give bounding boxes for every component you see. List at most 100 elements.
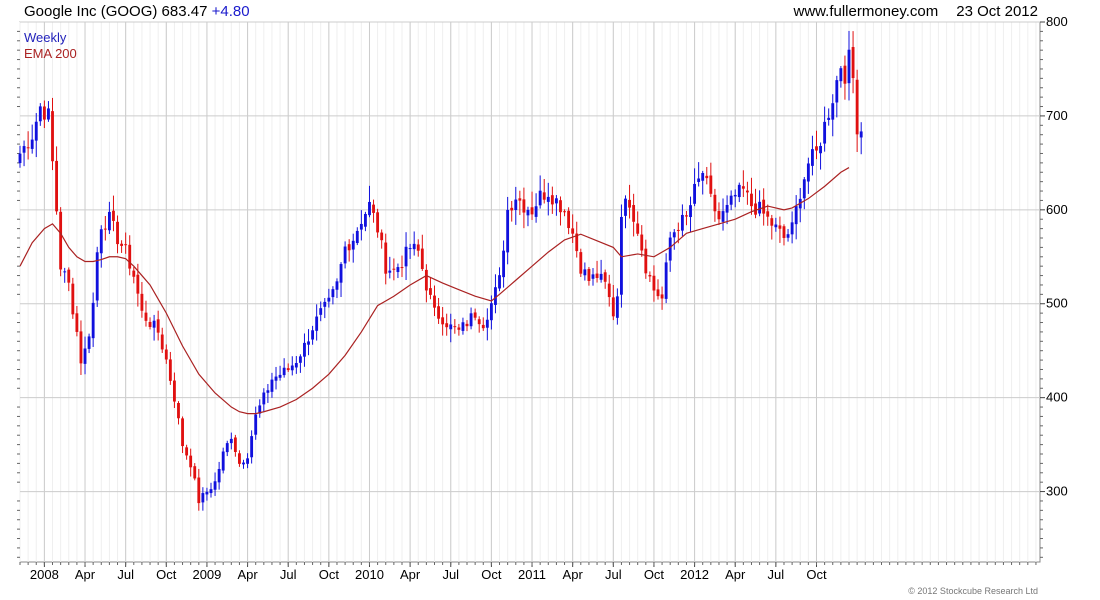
candle-body bbox=[274, 376, 278, 381]
candle-body bbox=[173, 380, 176, 402]
y-tick-label: 800 bbox=[1046, 14, 1068, 29]
candle-body bbox=[599, 273, 603, 280]
x-tick-label: Apr bbox=[75, 567, 96, 582]
x-tick-label: Oct bbox=[644, 567, 665, 582]
candle-body bbox=[754, 203, 757, 215]
candle-body bbox=[132, 270, 136, 277]
candle-body bbox=[534, 206, 538, 217]
candle-body bbox=[177, 403, 180, 419]
x-tick-label: 2009 bbox=[192, 567, 221, 582]
candle-body bbox=[343, 246, 347, 264]
candle-body bbox=[831, 103, 835, 120]
candle-body bbox=[750, 193, 753, 207]
candle-body bbox=[656, 289, 660, 297]
candle-body bbox=[725, 204, 729, 213]
candle-body bbox=[103, 228, 107, 230]
y-tick-label: 600 bbox=[1046, 202, 1068, 217]
candle-body bbox=[514, 199, 518, 211]
candle-body bbox=[644, 248, 648, 274]
candle-body bbox=[339, 264, 343, 283]
candle-body bbox=[42, 106, 46, 120]
candle-body bbox=[238, 453, 241, 464]
candle-body bbox=[71, 283, 75, 315]
candle-body bbox=[713, 194, 717, 212]
candle-body bbox=[693, 183, 697, 204]
candle-body bbox=[502, 250, 506, 278]
candle-body bbox=[372, 204, 375, 213]
x-tick-label: Jul bbox=[280, 567, 297, 582]
candle-body bbox=[563, 211, 566, 213]
candle-body bbox=[680, 214, 684, 231]
candle-body bbox=[550, 195, 554, 205]
candle-body bbox=[510, 207, 514, 211]
candle-body bbox=[26, 147, 30, 149]
candle-body bbox=[453, 326, 457, 328]
candle-body bbox=[136, 274, 140, 294]
candle-body bbox=[307, 341, 310, 345]
candle-body bbox=[327, 297, 331, 302]
y-tick-label: 300 bbox=[1046, 484, 1068, 499]
candle-body bbox=[380, 232, 384, 241]
x-tick-label: Apr bbox=[237, 567, 258, 582]
candle-body bbox=[217, 468, 221, 483]
candle-body bbox=[611, 297, 615, 317]
candle-body bbox=[400, 267, 404, 269]
candle-body bbox=[38, 106, 42, 122]
candle-body bbox=[603, 272, 607, 282]
candle-body bbox=[242, 462, 245, 465]
candle-body bbox=[770, 218, 774, 226]
candle-body bbox=[193, 466, 197, 479]
y-tick-label: 700 bbox=[1046, 108, 1068, 123]
candle-body bbox=[685, 215, 688, 217]
candle-body bbox=[160, 334, 164, 350]
x-tick-label: Apr bbox=[400, 567, 421, 582]
candle-body bbox=[733, 194, 737, 197]
candle-body bbox=[266, 390, 270, 393]
candle-body bbox=[91, 302, 95, 339]
candle-body bbox=[254, 414, 258, 435]
candle-body bbox=[408, 248, 412, 250]
candle-body bbox=[197, 477, 201, 504]
candle-body bbox=[615, 296, 619, 318]
copyright-notice: © 2012 Stockcube Research Ltd bbox=[908, 586, 1038, 596]
candle-body bbox=[282, 367, 286, 376]
candle-body bbox=[294, 363, 298, 368]
candle-body bbox=[579, 252, 583, 274]
candle-body bbox=[112, 210, 115, 221]
candle-body bbox=[311, 330, 315, 340]
candle-body bbox=[567, 210, 571, 229]
candle-body bbox=[355, 230, 359, 244]
candle-body bbox=[481, 324, 485, 329]
candle-body bbox=[156, 319, 160, 333]
plot-area bbox=[19, 21, 1041, 563]
x-tick-label: Apr bbox=[725, 567, 746, 582]
candle-body bbox=[855, 79, 859, 135]
candle-body bbox=[530, 207, 534, 215]
candle-body bbox=[701, 173, 705, 181]
candle-body bbox=[819, 145, 822, 154]
candle-body bbox=[790, 222, 794, 235]
candle-body bbox=[323, 301, 327, 307]
y-tick-label: 500 bbox=[1046, 296, 1068, 311]
candle-body bbox=[595, 273, 599, 278]
candle-body bbox=[782, 226, 786, 238]
candle-body bbox=[246, 458, 249, 464]
candle-body bbox=[51, 111, 54, 162]
candle-body bbox=[721, 211, 725, 222]
candle-body bbox=[628, 199, 631, 208]
candle-body bbox=[815, 146, 818, 151]
candle-body bbox=[526, 209, 530, 216]
candle-body bbox=[583, 269, 587, 276]
candle-body bbox=[79, 331, 83, 364]
candle-body bbox=[229, 438, 233, 444]
candle-down bbox=[59, 207, 63, 277]
candle-body bbox=[18, 153, 22, 164]
candle-body bbox=[270, 379, 274, 392]
x-tick-label: 2010 bbox=[355, 567, 384, 582]
candle-body bbox=[396, 267, 400, 273]
candle-body bbox=[63, 271, 67, 273]
candle-body bbox=[209, 489, 213, 494]
candle-body bbox=[331, 289, 335, 298]
candle-body bbox=[745, 190, 749, 193]
candle-body bbox=[591, 274, 595, 279]
